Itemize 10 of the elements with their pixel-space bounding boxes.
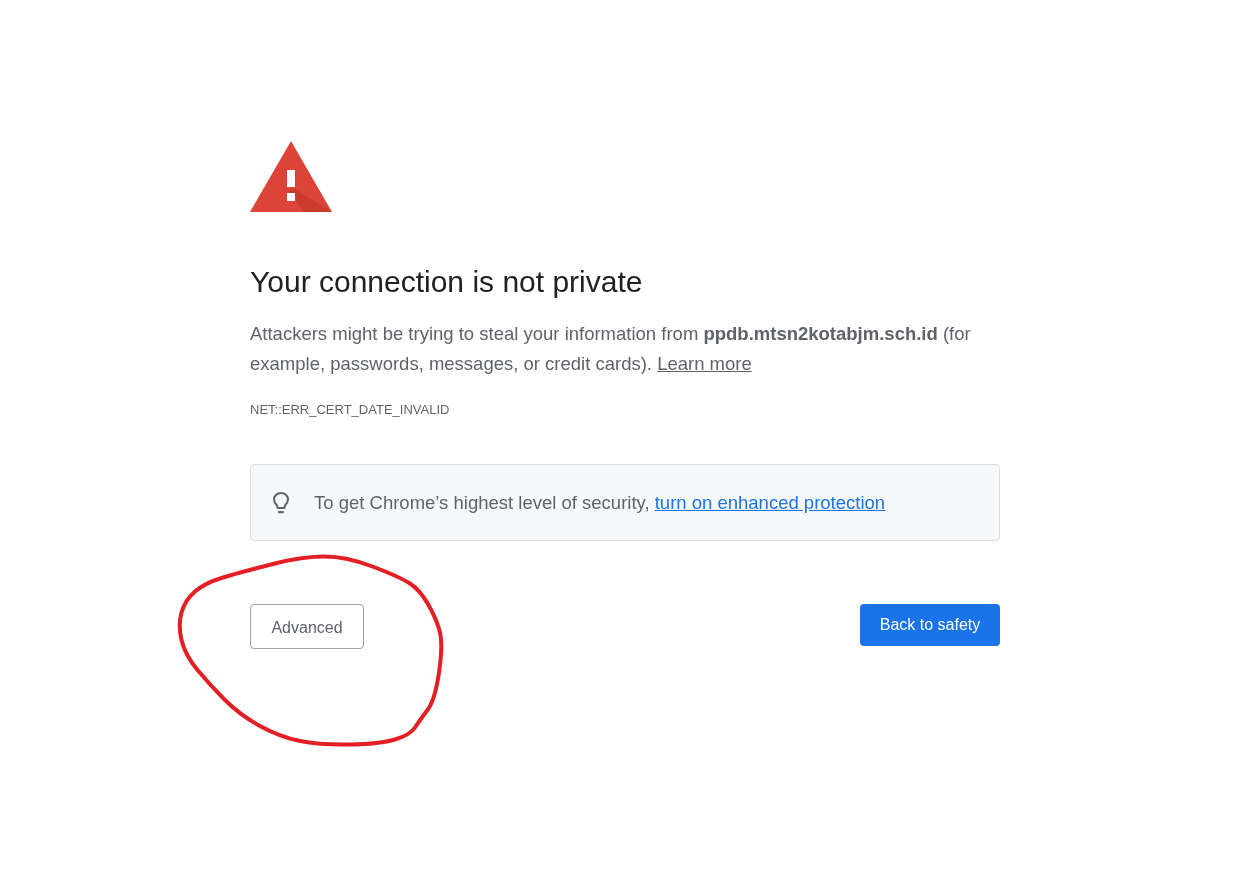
tip-text: To get Chrome’s highest level of security, turn on enhanced protection	[314, 490, 886, 515]
back-to-safety-button[interactable]: Back to safety	[860, 604, 1000, 646]
warning-triangle-icon	[250, 141, 332, 212]
error-code: NET::ERR_CERT_DATE_INVALID	[250, 402, 451, 418]
enhanced-protection-link[interactable]: turn on enhanced protection	[654, 491, 886, 513]
lightbulb-icon	[272, 490, 290, 515]
learn-more-link[interactable]: Learn more	[657, 353, 752, 374]
advanced-button[interactable]: Advanced	[250, 604, 364, 649]
page-heading: Your connection is not private	[250, 264, 644, 300]
warning-message: Attackers might be trying to steal your information from ppdb.mtsn2kotabjm.sch.id (for example, passwords, messages, or credit cards). Learn more	[250, 322, 972, 376]
